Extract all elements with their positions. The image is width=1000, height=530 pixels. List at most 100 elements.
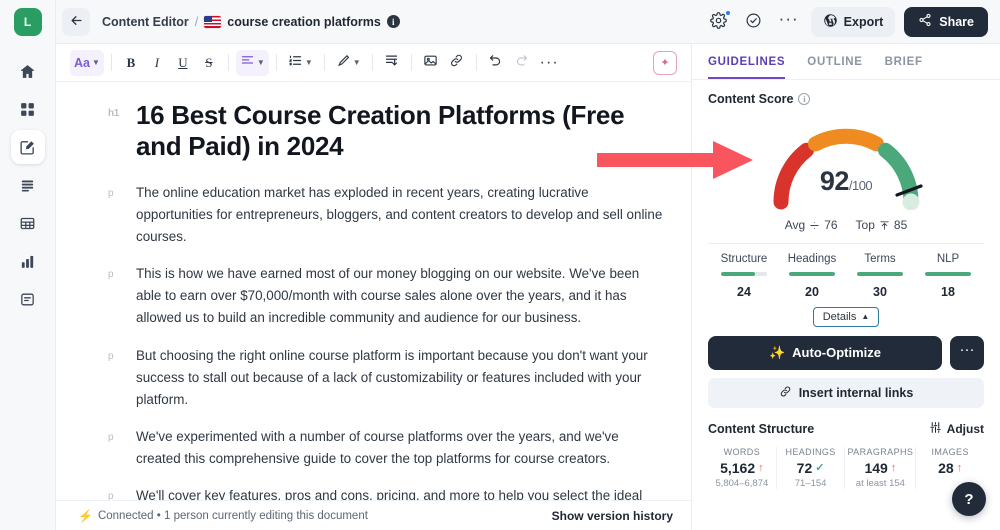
chevron-down-icon: ▼: [256, 58, 265, 67]
document-body[interactable]: h1 16 Best Course Creation Platforms (Fr…: [56, 82, 691, 500]
metric-value: 30: [873, 284, 887, 299]
font-style-label: Aa: [74, 55, 90, 70]
insert-image-button[interactable]: [419, 50, 443, 76]
undo-button[interactable]: [484, 50, 508, 76]
settings-button[interactable]: [706, 9, 732, 35]
redo-icon: [514, 53, 529, 72]
arrow-up-icon: ↑: [890, 461, 897, 474]
more-options-button[interactable]: ···: [776, 9, 802, 35]
metric-terms: Terms 30: [846, 253, 914, 299]
document-paragraph[interactable]: p The online education market has explod…: [108, 182, 667, 248]
check-circle-icon: [745, 12, 762, 32]
stat-value: 72: [796, 459, 813, 476]
content-score-gauge: 92/100: [708, 110, 984, 218]
italic-button[interactable]: I: [145, 50, 169, 76]
insert-link-button[interactable]: [445, 50, 469, 76]
sidebar-item-content-planner[interactable]: [11, 168, 45, 202]
paragraph-text: But choosing the right online course pla…: [136, 347, 648, 407]
link-icon: [779, 385, 792, 401]
arrow-up-icon: ↑: [956, 461, 963, 474]
layers-icon: [19, 177, 36, 194]
share-button[interactable]: Share: [904, 6, 988, 37]
stat-value-row: 28 ↑: [918, 460, 982, 476]
redo-button[interactable]: [510, 50, 534, 76]
stat-label: PARAGRAPHS: [847, 446, 914, 457]
image-icon: [423, 53, 438, 72]
stat-range: 71–154: [794, 477, 827, 489]
sidebar-item-home[interactable]: [11, 54, 45, 88]
metric-label: Structure: [720, 253, 768, 265]
bold-button[interactable]: B: [119, 50, 143, 76]
workspace-logo[interactable]: L: [13, 8, 42, 36]
back-button[interactable]: [62, 7, 90, 36]
optimize-more-button[interactable]: ···: [950, 335, 984, 370]
sparkle-icon: ✨: [768, 344, 786, 360]
avg-score: Avg 76: [785, 218, 838, 232]
metric-label: Terms: [864, 253, 896, 265]
main-area: Content Editor / course creation platfor…: [56, 0, 1000, 530]
breadcrumb-separator: /: [194, 14, 199, 29]
show-version-history-button[interactable]: Show version history: [552, 509, 673, 523]
export-label: Export: [843, 14, 884, 29]
toolbar-divider: [275, 54, 277, 71]
details-toggle-button[interactable]: Details ▲: [812, 306, 880, 327]
tab-guidelines[interactable]: GUIDELINES: [708, 56, 786, 79]
font-style-dropdown[interactable]: Aa ▼: [70, 49, 104, 76]
underline-button[interactable]: U: [171, 50, 195, 76]
breadcrumb-title: course creation platforms: [227, 14, 381, 29]
block-tag: p: [108, 187, 114, 199]
toolbar-more-button[interactable]: ···: [536, 50, 563, 76]
stat-headings: HEADINGS 72 ✓ 71–154: [777, 446, 846, 489]
heading-text: 16 Best Course Creation Platforms (Free …: [136, 100, 625, 161]
indent-button[interactable]: [380, 50, 404, 76]
sidebar-item-dashboard[interactable]: [11, 92, 45, 126]
align-left-icon: [240, 53, 255, 72]
export-button[interactable]: Export: [810, 6, 896, 37]
metric-bar: [925, 272, 971, 276]
document-paragraph[interactable]: p But choosing the right online course p…: [108, 345, 667, 411]
sidebar-item-reports[interactable]: [11, 282, 45, 316]
info-icon[interactable]: i: [798, 93, 811, 105]
document-paragraph[interactable]: p We've experimented with a number of co…: [108, 426, 667, 470]
metric-bar: [857, 272, 903, 276]
align-dropdown[interactable]: ▼: [235, 49, 269, 76]
strikethrough-button[interactable]: S: [197, 50, 221, 76]
tab-outline[interactable]: OUTLINE: [807, 56, 862, 79]
average-icon: [809, 220, 820, 231]
metric-fill: [857, 272, 903, 276]
info-icon[interactable]: i: [386, 15, 400, 28]
ai-assist-button[interactable]: ✦: [653, 50, 677, 75]
paragraph-text: We've experimented with a number of cour…: [136, 428, 619, 466]
adjust-button[interactable]: Adjust: [929, 421, 984, 437]
document-icon: [19, 291, 36, 308]
help-button[interactable]: ?: [952, 482, 986, 516]
wordpress-icon: [823, 13, 838, 31]
block-tag: p: [108, 269, 114, 281]
chevron-up-icon: ▲: [861, 312, 870, 321]
sidebar-item-content-editor[interactable]: [10, 130, 45, 164]
auto-optimize-button[interactable]: ✨ Auto-Optimize: [708, 335, 942, 370]
metric-bar: [789, 272, 835, 276]
stat-value-row: 5,162 ↑: [710, 460, 774, 476]
link-icon: [449, 53, 464, 72]
arrow-left-icon: [69, 13, 84, 31]
sidebar-item-data-tables[interactable]: [11, 206, 45, 240]
document-heading-1[interactable]: h1 16 Best Course Creation Platforms (Fr…: [108, 100, 667, 162]
publish-status-button[interactable]: [741, 9, 767, 35]
sidebar-item-analytics[interactable]: [11, 244, 45, 278]
highlight-dropdown[interactable]: ▼: [332, 50, 365, 76]
chevron-down-icon: ▼: [304, 58, 313, 67]
document-paragraph[interactable]: p We'll cover key features, pros and con…: [108, 485, 667, 500]
tab-brief[interactable]: BRIEF: [885, 56, 923, 79]
insert-links-label: Insert internal links: [798, 385, 914, 400]
insert-internal-links-button[interactable]: Insert internal links: [708, 377, 984, 408]
stat-words: WORDS 5,162 ↑ 5,804–6,874: [708, 446, 777, 489]
breadcrumb-root[interactable]: Content Editor: [102, 15, 189, 29]
document-paragraph[interactable]: p This is how we have earned most of our…: [108, 263, 667, 329]
content-structure-header: Content Structure Adjust: [708, 421, 984, 437]
list-dropdown[interactable]: ▼: [284, 50, 317, 76]
panel-tabs: GUIDELINES OUTLINE BRIEF: [692, 44, 1000, 80]
panel-actions: ✨ Auto-Optimize ···: [708, 335, 984, 370]
metric-nlp: NLP 18: [914, 253, 982, 299]
avg-value: 76: [824, 218, 838, 232]
